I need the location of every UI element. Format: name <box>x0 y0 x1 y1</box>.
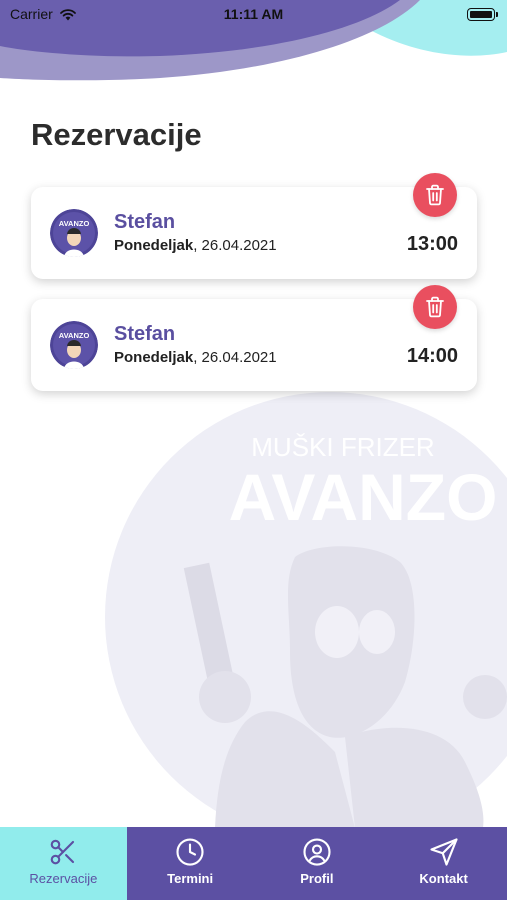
reservation-date-value: , 26.04.2021 <box>193 349 277 366</box>
tab-label: Rezervacije <box>29 871 98 886</box>
status-bar: Carrier 11:11 AM <box>0 0 507 28</box>
carrier-label: Carrier <box>10 6 53 22</box>
customer-name: Stefan <box>114 211 176 233</box>
reservation-date-value: , 26.04.2021 <box>193 237 277 254</box>
bottom-tab-bar: Rezervacije Termini Profil Kontakt <box>0 827 507 900</box>
tab-kontakt[interactable]: Kontakt <box>380 827 507 900</box>
page-title: Rezervacije <box>31 117 202 152</box>
reservation-day: Ponedeljak <box>114 237 194 254</box>
reservation-card: AVANZO Stefan Ponedeljak, 26.04.2021 14:… <box>31 285 477 391</box>
avatar-brand-text: AVANZO <box>59 331 90 340</box>
send-icon <box>430 838 458 866</box>
delete-reservation-button[interactable] <box>413 173 457 217</box>
watermark-subtitle: MUŠKI FRIZER <box>251 432 434 462</box>
reservation-date: Ponedeljak, 26.04.2021 <box>114 349 277 366</box>
avatar: AVANZO <box>50 321 98 369</box>
tab-label: Kontakt <box>419 871 468 886</box>
reservation-date: Ponedeljak, 26.04.2021 <box>114 237 277 254</box>
scissors-icon <box>51 839 75 865</box>
customer-name: Stefan <box>114 323 176 345</box>
reservation-card: AVANZO Stefan Ponedeljak, 26.04.2021 13:… <box>31 173 477 279</box>
clock-icon <box>176 838 204 866</box>
reservation-time: 14:00 <box>406 345 458 367</box>
watermark-brand: AVANZO <box>229 460 498 534</box>
tab-termini[interactable]: Termini <box>127 827 254 900</box>
tab-profil[interactable]: Profil <box>254 827 381 900</box>
avanzo-watermark-logo: MUŠKI FRIZER AVANZO <box>105 392 507 828</box>
trash-icon <box>426 184 444 206</box>
user-icon <box>303 838 331 866</box>
avatar-brand-text: AVANZO <box>59 219 90 228</box>
trash-icon <box>426 296 444 318</box>
wifi-icon <box>59 8 76 20</box>
avatar: AVANZO <box>50 209 98 257</box>
delete-reservation-button[interactable] <box>413 285 457 329</box>
battery-icon <box>467 7 498 21</box>
tab-label: Termini <box>167 871 214 886</box>
tab-rezervacije[interactable]: Rezervacije <box>0 827 127 900</box>
reservation-time: 13:00 <box>406 233 458 255</box>
tab-label: Profil <box>300 871 334 886</box>
reservation-day: Ponedeljak <box>114 349 194 366</box>
